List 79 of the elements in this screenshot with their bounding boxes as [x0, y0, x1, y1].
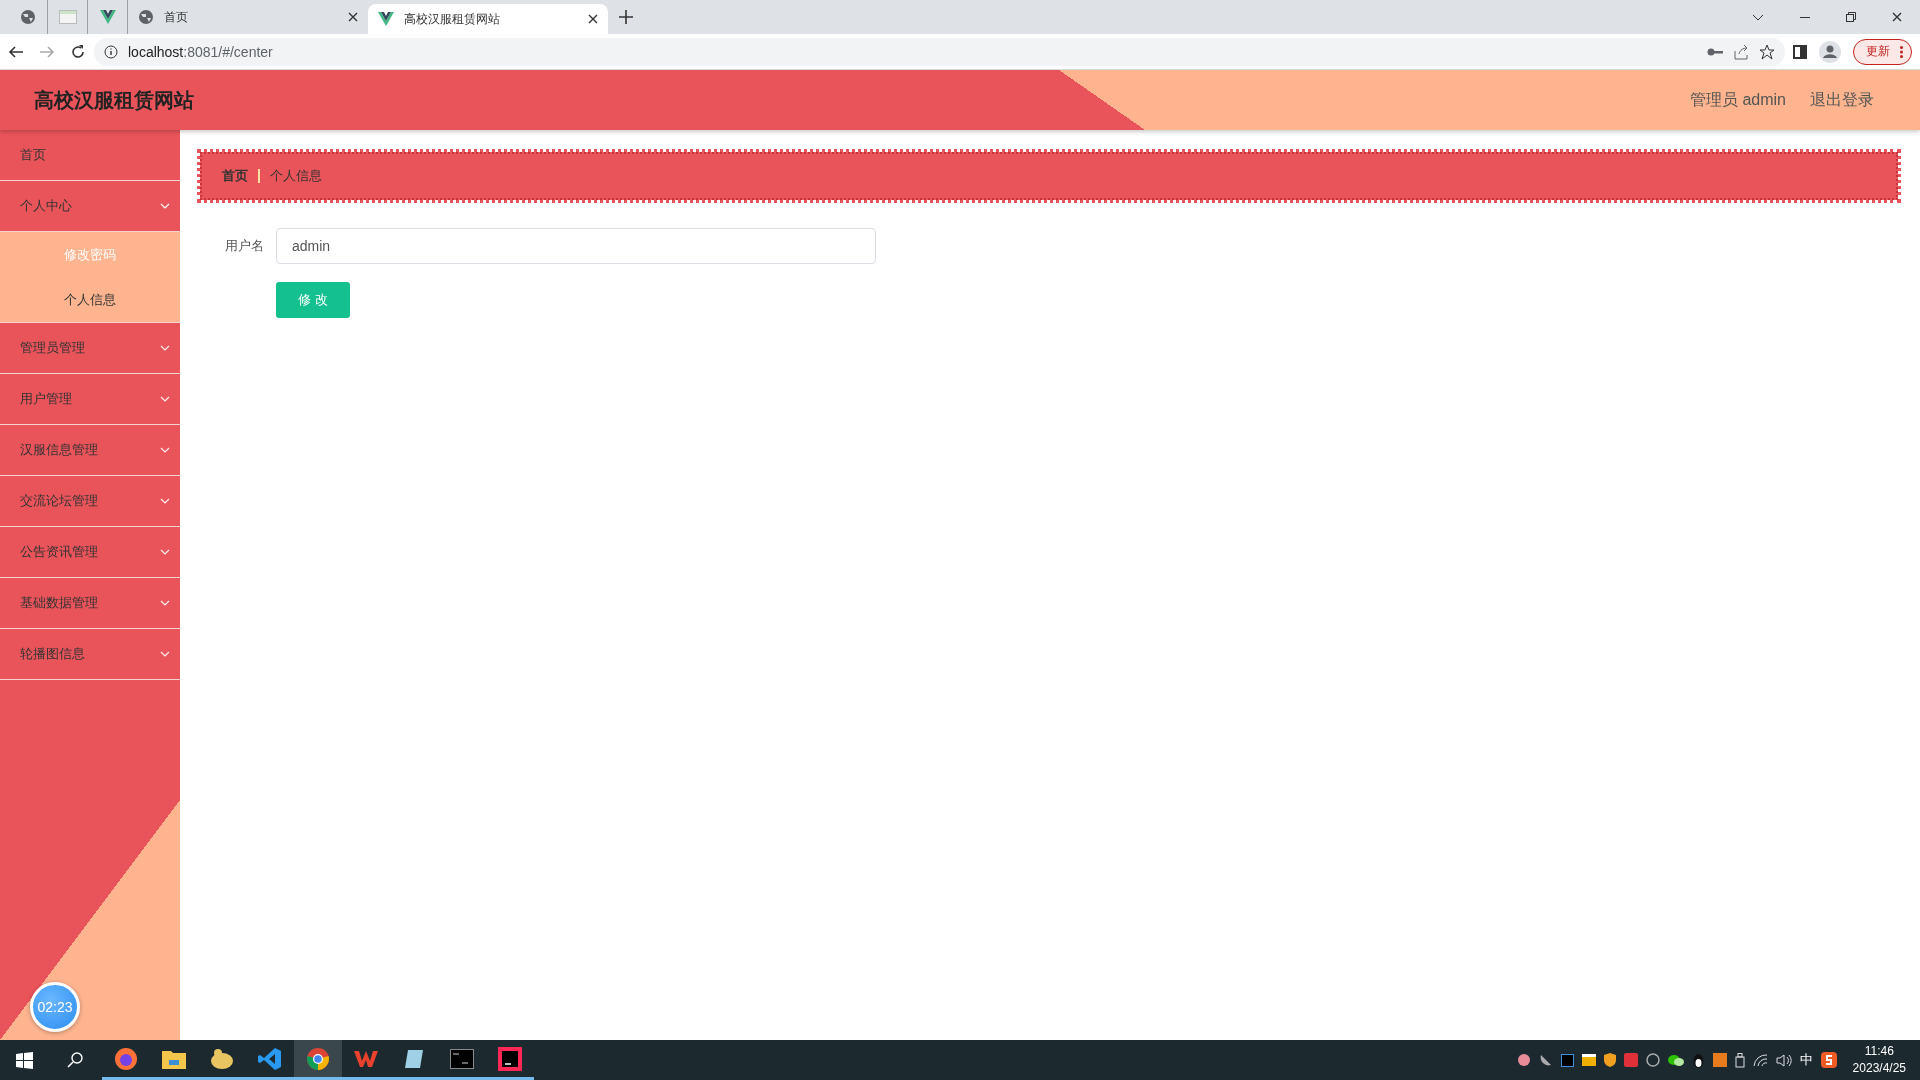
- search-icon: [67, 1052, 83, 1068]
- info-icon: [104, 44, 118, 59]
- close-icon: [1892, 12, 1902, 22]
- speaker-icon: [1775, 1053, 1792, 1067]
- sidebar-item[interactable]: 管理员管理: [0, 323, 180, 374]
- submit-button[interactable]: 修 改: [276, 282, 350, 318]
- forward-arrow-icon: [39, 43, 55, 60]
- url-text: localhost:8081/#/center: [128, 43, 273, 60]
- close-icon: [588, 14, 598, 24]
- sidebar-item[interactable]: 汉服信息管理: [0, 425, 180, 476]
- fox-logo-icon: [114, 1046, 138, 1071]
- folder-icon: [162, 1048, 186, 1069]
- browser-tab[interactable]: 高校汉服租赁网站: [368, 4, 608, 34]
- chevron-down-icon: [160, 396, 170, 402]
- notepad-icon: [403, 1047, 425, 1070]
- sidebar-item[interactable]: 首页: [0, 130, 180, 181]
- chevron-down-icon: [160, 498, 170, 504]
- windows-logo-icon: [15, 1051, 33, 1069]
- usb-drive-icon: [1734, 1052, 1745, 1068]
- address-bar[interactable]: localhost:8081/#/center: [94, 37, 1785, 66]
- breadcrumb-item[interactable]: 首页: [222, 167, 248, 185]
- plus-icon: [619, 10, 633, 24]
- browser-tab[interactable]: 首页: [128, 0, 368, 34]
- w-logo-icon: [354, 1048, 378, 1069]
- submenu-item[interactable]: 个人信息: [0, 277, 180, 322]
- window-icon: [58, 10, 77, 24]
- chevron-down-icon: [160, 345, 170, 351]
- chevron-down-icon: [160, 549, 170, 555]
- chevron-down-icon: [1752, 13, 1764, 21]
- field-label: 用户名: [224, 237, 264, 255]
- more-icon: [1900, 45, 1903, 58]
- taskbar-app[interactable]: [294, 1040, 342, 1080]
- star-icon: [1759, 43, 1775, 60]
- sidebar-item[interactable]: 公告资讯管理: [0, 527, 180, 578]
- restore-icon: [1846, 12, 1856, 22]
- site-title: 高校汉服租赁网站: [34, 87, 194, 113]
- code-editor-icon: [258, 1046, 282, 1071]
- ij-logo-icon: [498, 1046, 522, 1071]
- minimize-icon: [1800, 16, 1810, 18]
- logout-link[interactable]: 退出登录: [1810, 89, 1874, 111]
- chrome-logo-icon: [306, 1046, 330, 1071]
- chevron-down-icon: [160, 447, 170, 453]
- flower-icon: [1516, 1053, 1531, 1067]
- sidebar-item[interactable]: 用户管理: [0, 374, 180, 425]
- app-tray-icon: [1623, 1053, 1638, 1067]
- back-arrow-icon: [8, 43, 24, 60]
- chevron-down-icon: [160, 600, 170, 606]
- v-logo-icon: [378, 12, 394, 26]
- chat-bubbles-icon: [1667, 1053, 1684, 1067]
- chevron-down-icon: [160, 203, 170, 209]
- sidebar-item[interactable]: 轮播图信息: [0, 629, 180, 680]
- globe-icon: [19, 9, 36, 25]
- v-logo-icon: [99, 10, 116, 24]
- reload-icon: [70, 43, 86, 60]
- update-button[interactable]: 更新: [1853, 38, 1912, 65]
- chevron-down-icon: [160, 651, 170, 657]
- user-name: 管理员 admin: [1689, 89, 1786, 110]
- username-field[interactable]: admin: [276, 228, 876, 264]
- wifi-icon: [1752, 1053, 1768, 1067]
- breadcrumb-item: 个人信息: [270, 167, 322, 185]
- sidebar-item[interactable]: 交流论坛管理: [0, 476, 180, 527]
- blob-logo-icon: [210, 1047, 234, 1070]
- terminal-icon: [450, 1048, 474, 1069]
- window-icon: [1581, 1054, 1596, 1066]
- profile-icon: [1819, 40, 1841, 63]
- sidebar-item[interactable]: 基础数据管理: [0, 578, 180, 629]
- side-panel-icon: [1793, 44, 1807, 59]
- input-method-indicator[interactable]: 中: [1799, 1051, 1813, 1069]
- globe-icon: [138, 9, 154, 25]
- shield-icon: [1603, 1053, 1616, 1067]
- ij-logo-icon: [1560, 1053, 1574, 1067]
- penguin-icon: [1691, 1052, 1705, 1068]
- taskbar-clock[interactable]: 11:46 2023/4/25: [1852, 1043, 1906, 1077]
- java-cup-icon: [1712, 1053, 1727, 1067]
- share-icon: [1733, 43, 1749, 60]
- key-icon: [1707, 47, 1723, 56]
- circle-logo-icon: [1645, 1053, 1660, 1067]
- close-icon: [348, 12, 358, 22]
- s-logo-icon: [1820, 1052, 1837, 1068]
